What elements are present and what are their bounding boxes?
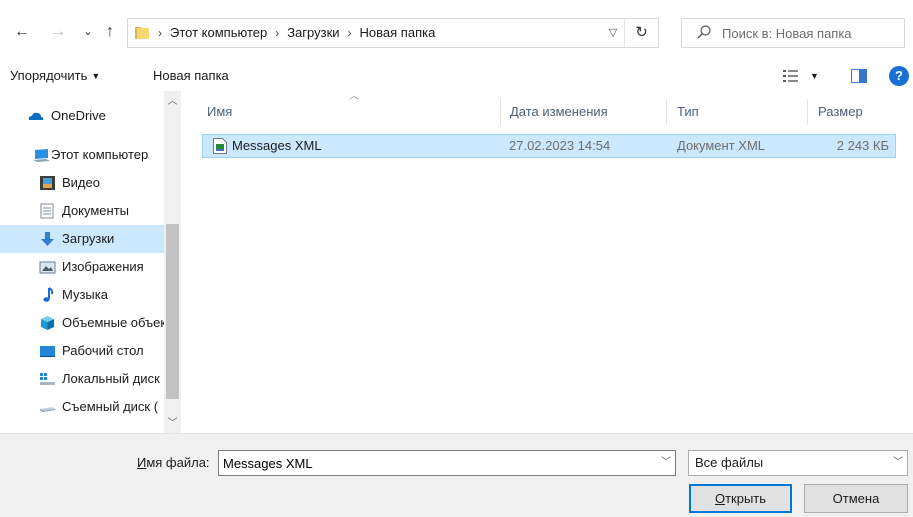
nav-item-video[interactable]: Видео xyxy=(0,169,164,197)
chevron-down-icon[interactable]: ﹀ xyxy=(657,451,675,475)
open-button[interactable]: Открыть xyxy=(689,484,792,513)
chevron-right-icon: › xyxy=(275,26,280,40)
new-folder-button[interactable]: Новая папка xyxy=(153,64,229,88)
nav-item-pictures[interactable]: Изображения xyxy=(0,253,164,281)
search-icon xyxy=(697,25,711,39)
caret-down-icon: ▼ xyxy=(91,71,101,81)
nav-item-music[interactable]: Музыка xyxy=(0,281,164,309)
breadcrumb-item[interactable]: Этот компьютер xyxy=(170,19,267,47)
column-divider[interactable] xyxy=(666,99,667,125)
navigation-pane: OneDrive Этот компьютер Видео Документы … xyxy=(0,91,182,433)
folder-icon xyxy=(135,27,149,39)
refresh-icon[interactable]: ↻ xyxy=(624,19,658,47)
file-list: ︿ Имя Дата изменения Тип Размер Messages… xyxy=(182,91,913,433)
column-header-name[interactable]: Имя xyxy=(207,91,232,133)
chevron-right-icon: › xyxy=(158,26,162,40)
computer-icon xyxy=(33,149,50,162)
nav-item-local-disk[interactable]: Локальный диск (C:) xyxy=(0,365,164,393)
music-folder-icon xyxy=(43,287,54,302)
column-header-size[interactable]: Размер xyxy=(818,91,863,133)
file-type: Документ XML xyxy=(677,138,766,153)
pictures-folder-icon xyxy=(39,261,56,274)
navigation-scrollbar[interactable]: ︿ ﹀ xyxy=(164,91,181,433)
nav-item-documents[interactable]: Документы xyxy=(0,197,164,225)
preview-pane-icon[interactable] xyxy=(851,69,867,83)
dialog-footer: Имя файла: ﹀ Все файлы ﹀ Открыть Отмена xyxy=(0,433,913,517)
file-size: 2 243 КБ xyxy=(836,138,889,153)
downloads-folder-icon xyxy=(41,232,54,246)
local-disk-icon xyxy=(40,373,55,385)
3d-objects-folder-icon xyxy=(41,316,54,330)
filetype-select[interactable]: Все файлы ﹀ xyxy=(688,450,908,476)
back-button[interactable]: ← xyxy=(12,22,32,42)
chevron-right-icon: › xyxy=(347,26,352,40)
filename-input[interactable] xyxy=(223,451,643,475)
filename-field[interactable]: ﹀ xyxy=(218,450,676,476)
help-icon[interactable]: ? xyxy=(889,66,909,86)
scrollbar-thumb[interactable] xyxy=(166,224,179,399)
column-header-type[interactable]: Тип xyxy=(677,91,699,133)
scroll-down-arrow-icon[interactable]: ﹀ xyxy=(164,415,181,432)
column-divider[interactable] xyxy=(807,99,808,125)
nav-item-desktop[interactable]: Рабочий стол xyxy=(0,337,164,365)
nav-item-onedrive[interactable]: OneDrive xyxy=(0,102,164,130)
view-dropdown-icon[interactable]: ▼ xyxy=(810,64,819,88)
forward-button[interactable]: → xyxy=(48,22,68,42)
nav-item-removable-disk[interactable]: Съемный диск ( xyxy=(0,393,164,421)
documents-folder-icon xyxy=(40,203,54,219)
video-folder-icon xyxy=(40,176,55,190)
recent-locations-chevron-icon[interactable]: ⌄ xyxy=(80,22,96,42)
nav-item-3d-objects[interactable]: Объемные объекты xyxy=(0,309,164,337)
up-button[interactable]: ↑ xyxy=(100,22,120,42)
xml-document-icon xyxy=(213,138,227,154)
cancel-button[interactable]: Отмена xyxy=(804,484,908,513)
address-box[interactable]: › Этот компьютер › Загрузки › Новая папка ▽ ↻ xyxy=(127,18,659,48)
nav-item-downloads[interactable]: Загрузки xyxy=(0,225,164,253)
view-options-icon[interactable] xyxy=(783,69,799,83)
search-box[interactable] xyxy=(681,18,905,48)
breadcrumb-item[interactable]: Загрузки xyxy=(287,19,339,47)
file-name: Messages XML xyxy=(232,138,322,153)
organize-label: Упорядочить xyxy=(10,68,88,83)
sort-ascending-icon: ︿ xyxy=(349,91,359,102)
table-row[interactable]: Messages XML 27.02.2023 14:54 Документ X… xyxy=(202,134,896,158)
breadcrumb: › Этот компьютер › Загрузки › Новая папка xyxy=(158,19,435,47)
filename-label: Имя файла: xyxy=(137,455,210,470)
removable-disk-icon xyxy=(40,407,55,412)
nav-item-this-pc[interactable]: Этот компьютер xyxy=(0,141,164,169)
column-divider[interactable] xyxy=(500,99,501,125)
command-toolbar: Упорядочить ▼ Новая папка ▼ ? xyxy=(0,64,913,90)
chevron-down-icon[interactable]: ﹀ xyxy=(889,451,907,475)
breadcrumb-item[interactable]: Новая папка xyxy=(360,19,436,47)
scroll-up-arrow-icon[interactable]: ︿ xyxy=(164,93,181,110)
filetype-value: Все файлы xyxy=(695,455,764,470)
column-header-date[interactable]: Дата изменения xyxy=(510,91,608,133)
search-input[interactable] xyxy=(722,19,900,47)
address-bar-row: ← → ⌄ ↑ › Этот компьютер › Загрузки › Новая п… xyxy=(0,0,913,64)
file-date: 27.02.2023 14:54 xyxy=(509,138,611,153)
onedrive-cloud-icon xyxy=(28,112,44,120)
address-dropdown-icon[interactable]: ▽ xyxy=(604,19,622,47)
organize-button[interactable]: Упорядочить ▼ xyxy=(10,64,100,88)
desktop-folder-icon xyxy=(40,346,55,357)
